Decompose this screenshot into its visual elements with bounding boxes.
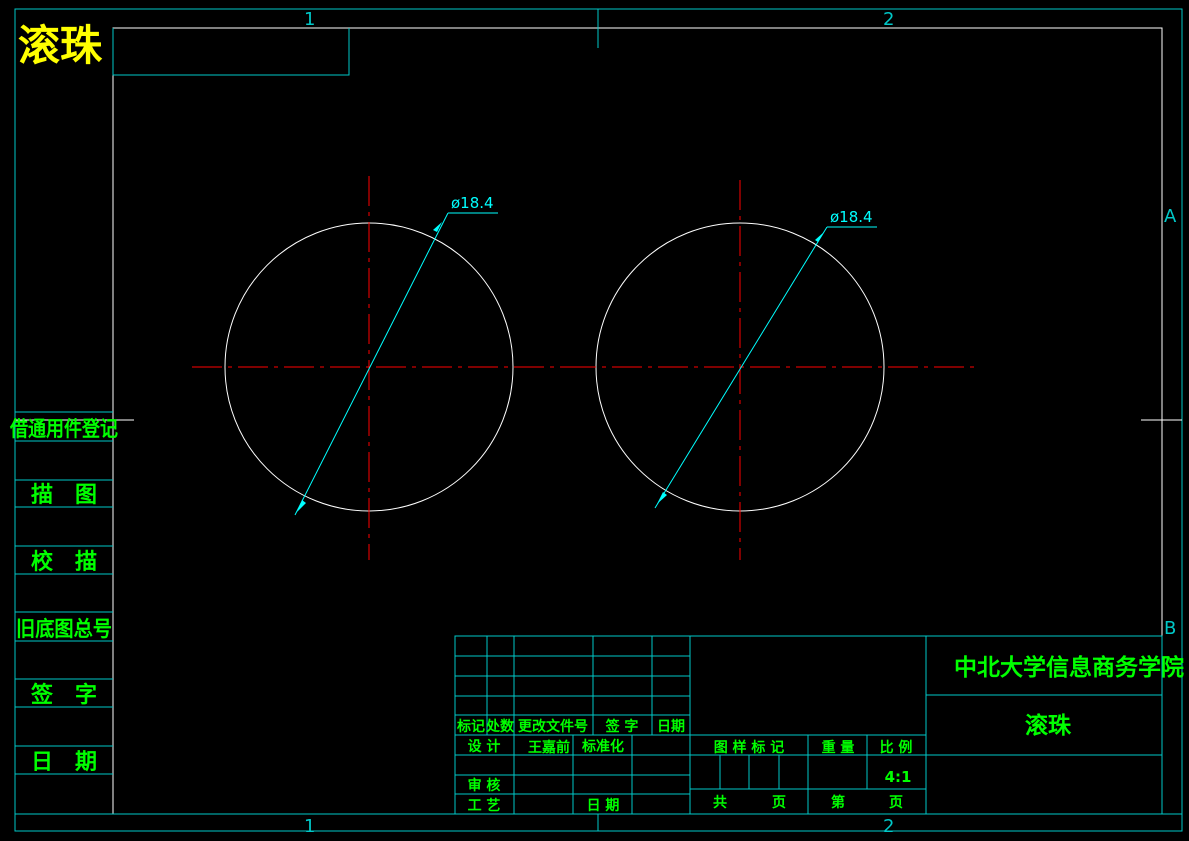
tb-header-count: 处数 [485,718,515,735]
zone-marker-bottom-2: 2 [883,816,894,837]
zone-marker-bottom-1: 1 [304,816,315,837]
tb-school-name: 中北大学信息商务学院 [954,654,1184,681]
dimension-text-right: ø18.4 [830,208,873,226]
dim-arrow-right-bottom [657,492,667,504]
dim-arrow-left-bottom [297,500,306,512]
dim-arrow-right-top [815,232,824,242]
tb-standardization-label: 标准化 [581,738,624,755]
zone-marker-right-a: A [1164,206,1177,227]
side-panel [15,411,113,775]
dimension-text-left: ø18.4 [451,194,494,212]
tb-review-label: 审 核 [468,777,501,794]
tb-sheet-pages-label: 页 [889,795,903,811]
tb-pattern-mark-label: 图 样 标 记 [714,739,785,756]
side-label-date: 日 期 [31,750,97,775]
tb-scale-label: 比 例 [880,739,913,756]
tb-process-label: 工 艺 [468,797,501,814]
tb-part-name: 滚珠 [1025,712,1072,739]
side-label-signature: 签 字 [30,682,97,708]
tb-sheet-label: 第 [831,794,845,811]
tb-weight-label: 重 量 [822,739,855,756]
dimension-line-left [294,212,449,516]
zone-marker-top-2: 2 [883,9,894,30]
side-label-borrowed-parts: 借通用件登记 [9,417,118,441]
drawing-sheet: 1 2 1 2 A B 滚珠 借通用件登记 描 图 校 描 旧底图总号 签 字 … [9,8,1184,837]
tb-scale-value: 4:1 [885,768,912,786]
zone-marker-top-1: 1 [304,9,315,30]
drawing-title: 滚珠 [18,21,103,70]
ball-view-right: ø18.4 [566,180,977,560]
zone-marker-right-b: B [1164,618,1176,639]
tb-total-pages-label: 页 [772,795,786,811]
tb-designer-name: 王嘉前 [528,739,570,756]
side-label-tracing: 描 图 [31,483,97,508]
side-label-old-drawing-no: 旧底图总号 [16,617,112,641]
tb-total-label: 共 [713,794,727,811]
tb-header-change-doc: 更改文件号 [518,718,588,735]
tb-header-date: 日期 [657,719,685,735]
tb-process-date-label: 日 期 [587,798,620,814]
title-box [112,28,350,76]
tb-header-mark: 标记 [456,718,485,735]
outer-frame [14,8,1183,832]
side-label-check-tracing: 校 描 [31,549,97,575]
tb-header-sign: 签 字 [605,718,639,735]
tb-design-label: 设 计 [468,738,501,755]
ball-view-left: ø18.4 [192,176,566,560]
